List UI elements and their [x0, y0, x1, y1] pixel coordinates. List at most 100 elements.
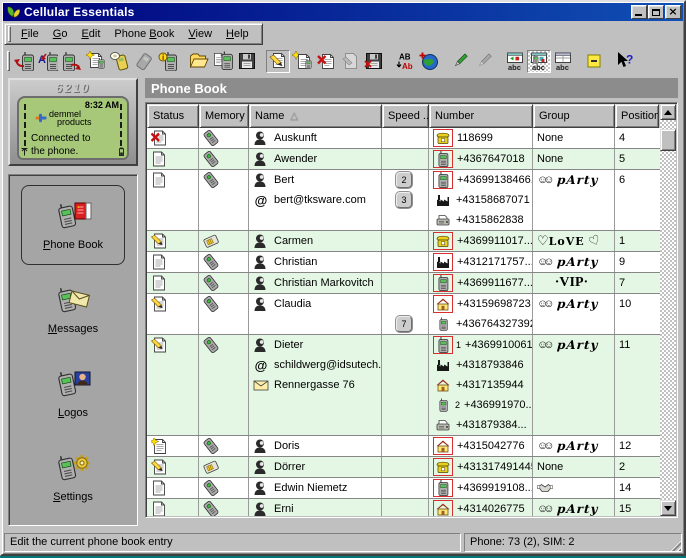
- document-icon: [151, 172, 167, 188]
- toolbar-row: [2, 46, 684, 76]
- sort-entries-button[interactable]: [393, 50, 417, 73]
- number-text: 118699: [457, 132, 493, 144]
- phonebook-entry-row[interactable]: Christian +4312171757... ☺☺ pArty 9: [147, 252, 660, 273]
- home-number-icon: [435, 296, 451, 312]
- column-header-label: Memory: [205, 110, 245, 122]
- phonebook-entry-row[interactable]: Dieter @ schildwerg@idsutech.... Rennergass…: [147, 335, 660, 436]
- menu-phone-book[interactable]: Phone Book: [107, 25, 181, 43]
- menu-file[interactable]: File: [14, 25, 46, 43]
- column-header-memory[interactable]: Memory: [199, 104, 249, 128]
- sidebar-item-phone-book[interactable]: Phone Book: [21, 185, 125, 265]
- scroll-down-button[interactable]: [660, 500, 676, 516]
- column-header-group[interactable]: Group: [533, 104, 615, 128]
- sidebar-item-logos[interactable]: Logos: [21, 353, 125, 433]
- phonebook-entry-row[interactable]: Auskunft 118699 None 4: [147, 128, 660, 149]
- maximize-button[interactable]: [648, 5, 664, 19]
- mobile-phone-icon: [435, 337, 451, 353]
- position-value: 5: [619, 153, 626, 165]
- minimize-button[interactable]: [631, 5, 647, 19]
- default-number-box: [433, 232, 453, 250]
- number-text: +4369911017...: [457, 235, 532, 247]
- phonebook-entry-row[interactable]: Christian Markovitch +4369911677... ·VIP· 7: [147, 273, 660, 294]
- new-entry-button[interactable]: [290, 50, 314, 73]
- view-cards-button[interactable]: [503, 50, 527, 73]
- phonebook-entry-row[interactable]: Erni+4314026775+4369191847☺☺pArty15: [147, 499, 660, 516]
- menu-row: File Go Edit Phone Book View Help: [2, 22, 684, 46]
- write-to-phone-button[interactable]: [60, 50, 84, 73]
- import-to-phone-icon: [213, 51, 233, 71]
- toolbar-grip[interactable]: [7, 51, 10, 71]
- phonebook-entry-row[interactable]: Bert @ bert@tksware.com 2 3 +43699138466... +4…: [147, 170, 660, 231]
- internet-update-button[interactable]: [417, 50, 441, 73]
- scroll-up-button[interactable]: [660, 104, 676, 120]
- column-header-speed[interactable]: Speed ...: [382, 104, 429, 128]
- vertical-scrollbar[interactable]: [660, 104, 676, 516]
- antenna-icon: [21, 148, 28, 156]
- voice-call-button[interactable]: [108, 50, 132, 73]
- save-button[interactable]: [235, 50, 259, 73]
- phone-memory-icon: [203, 172, 219, 188]
- green-pen-tool-button[interactable]: [448, 50, 472, 73]
- column-header-name[interactable]: Name △: [249, 104, 382, 128]
- voice-call-icon: [110, 51, 130, 71]
- import-to-phone-button[interactable]: [211, 50, 235, 73]
- phonebook-entry-row[interactable]: Edwin Niemetz +4369919108... 14: [147, 478, 660, 499]
- column-header-number[interactable]: Number: [429, 104, 533, 128]
- context-help-button[interactable]: [613, 50, 637, 73]
- menu-edit[interactable]: Edit: [74, 25, 107, 43]
- close-button[interactable]: ×: [665, 5, 681, 19]
- speed-dial-key: 2: [396, 172, 412, 188]
- phonebook-entry-row[interactable]: Carmen +4369911017... ♡ LoVE ♡ 1: [147, 231, 660, 252]
- collapse-rows-button[interactable]: [582, 50, 606, 73]
- new-phone-book-button[interactable]: [84, 50, 108, 73]
- delete-entry-button[interactable]: [314, 50, 338, 73]
- phonebook-table: Status Memory Name △ Speed ... Number Group Pos…: [145, 102, 678, 518]
- phonebook-entry-row[interactable]: Claudia 7 +43159698723 +436764327392 ☺☺ pArty…: [147, 294, 660, 335]
- sidebar-item-settings[interactable]: Settings: [21, 437, 125, 517]
- email-at-icon: @: [254, 192, 268, 208]
- phone-info-button[interactable]: [156, 50, 180, 73]
- save-entry-button[interactable]: [362, 50, 386, 73]
- read-from-phone-icon: [14, 51, 34, 71]
- panel-caption: Phone Book: [145, 78, 678, 98]
- internet-update-icon: [419, 51, 439, 71]
- read-names-from-phone-button[interactable]: [36, 50, 60, 73]
- phone-display-panel: 6210 8:32 AM demmel products Connected to…: [8, 78, 138, 166]
- number-text: +43699138466...: [457, 174, 532, 186]
- scrollbar-thumb[interactable]: [660, 129, 676, 151]
- column-header-status[interactable]: Status: [147, 104, 199, 128]
- party-faces-icon: ☺☺: [537, 256, 555, 268]
- document-icon: [151, 151, 167, 167]
- phonebook-entry-row[interactable]: Doris +4315042776 ☺☺ pArty 12: [147, 436, 660, 457]
- menu-go[interactable]: Go: [46, 25, 75, 43]
- brand-text: demmel products: [49, 109, 92, 127]
- view-list-button[interactable]: [551, 50, 575, 73]
- position-value: 15: [619, 503, 632, 515]
- number-text: +431879384...: [456, 419, 527, 431]
- menu-grip[interactable]: [8, 26, 11, 42]
- menu-view[interactable]: View: [181, 25, 219, 43]
- phonebook-entry-row[interactable]: Awender +4367647018 None 5: [147, 149, 660, 170]
- phone-memory-icon: [203, 130, 219, 146]
- status-bar: Edit the current phone book entry Phone:…: [2, 530, 684, 554]
- sidebar-item-messages[interactable]: Messages: [21, 269, 125, 349]
- phone-memory-icon: [203, 151, 219, 167]
- phonebook-entry-row[interactable]: Dörrer +431317491445 None 2: [147, 457, 660, 478]
- read-names-from-phone-icon: [38, 51, 58, 71]
- contact-icon: [253, 438, 269, 454]
- group-label: None: [537, 461, 564, 473]
- read-from-phone-button[interactable]: [12, 50, 36, 73]
- sidebar-item-label: Messages: [47, 323, 99, 335]
- sidebar-phone-book-icon: [51, 199, 95, 235]
- edit-entry-button[interactable]: [266, 49, 290, 73]
- open-phone-book-button[interactable]: [187, 50, 211, 73]
- menu-help[interactable]: Help: [219, 25, 256, 43]
- sim-memory-icon: [203, 233, 219, 249]
- number-text: +436764327392: [456, 318, 532, 330]
- column-header-position[interactable]: Position: [615, 104, 659, 128]
- landline-phone-icon: [435, 233, 451, 249]
- view-details-button[interactable]: [527, 49, 551, 73]
- sidebar-item-label: Logos: [58, 407, 88, 419]
- number-text: +431317491445: [457, 461, 532, 473]
- panel-caption-text: Phone Book: [151, 80, 227, 96]
